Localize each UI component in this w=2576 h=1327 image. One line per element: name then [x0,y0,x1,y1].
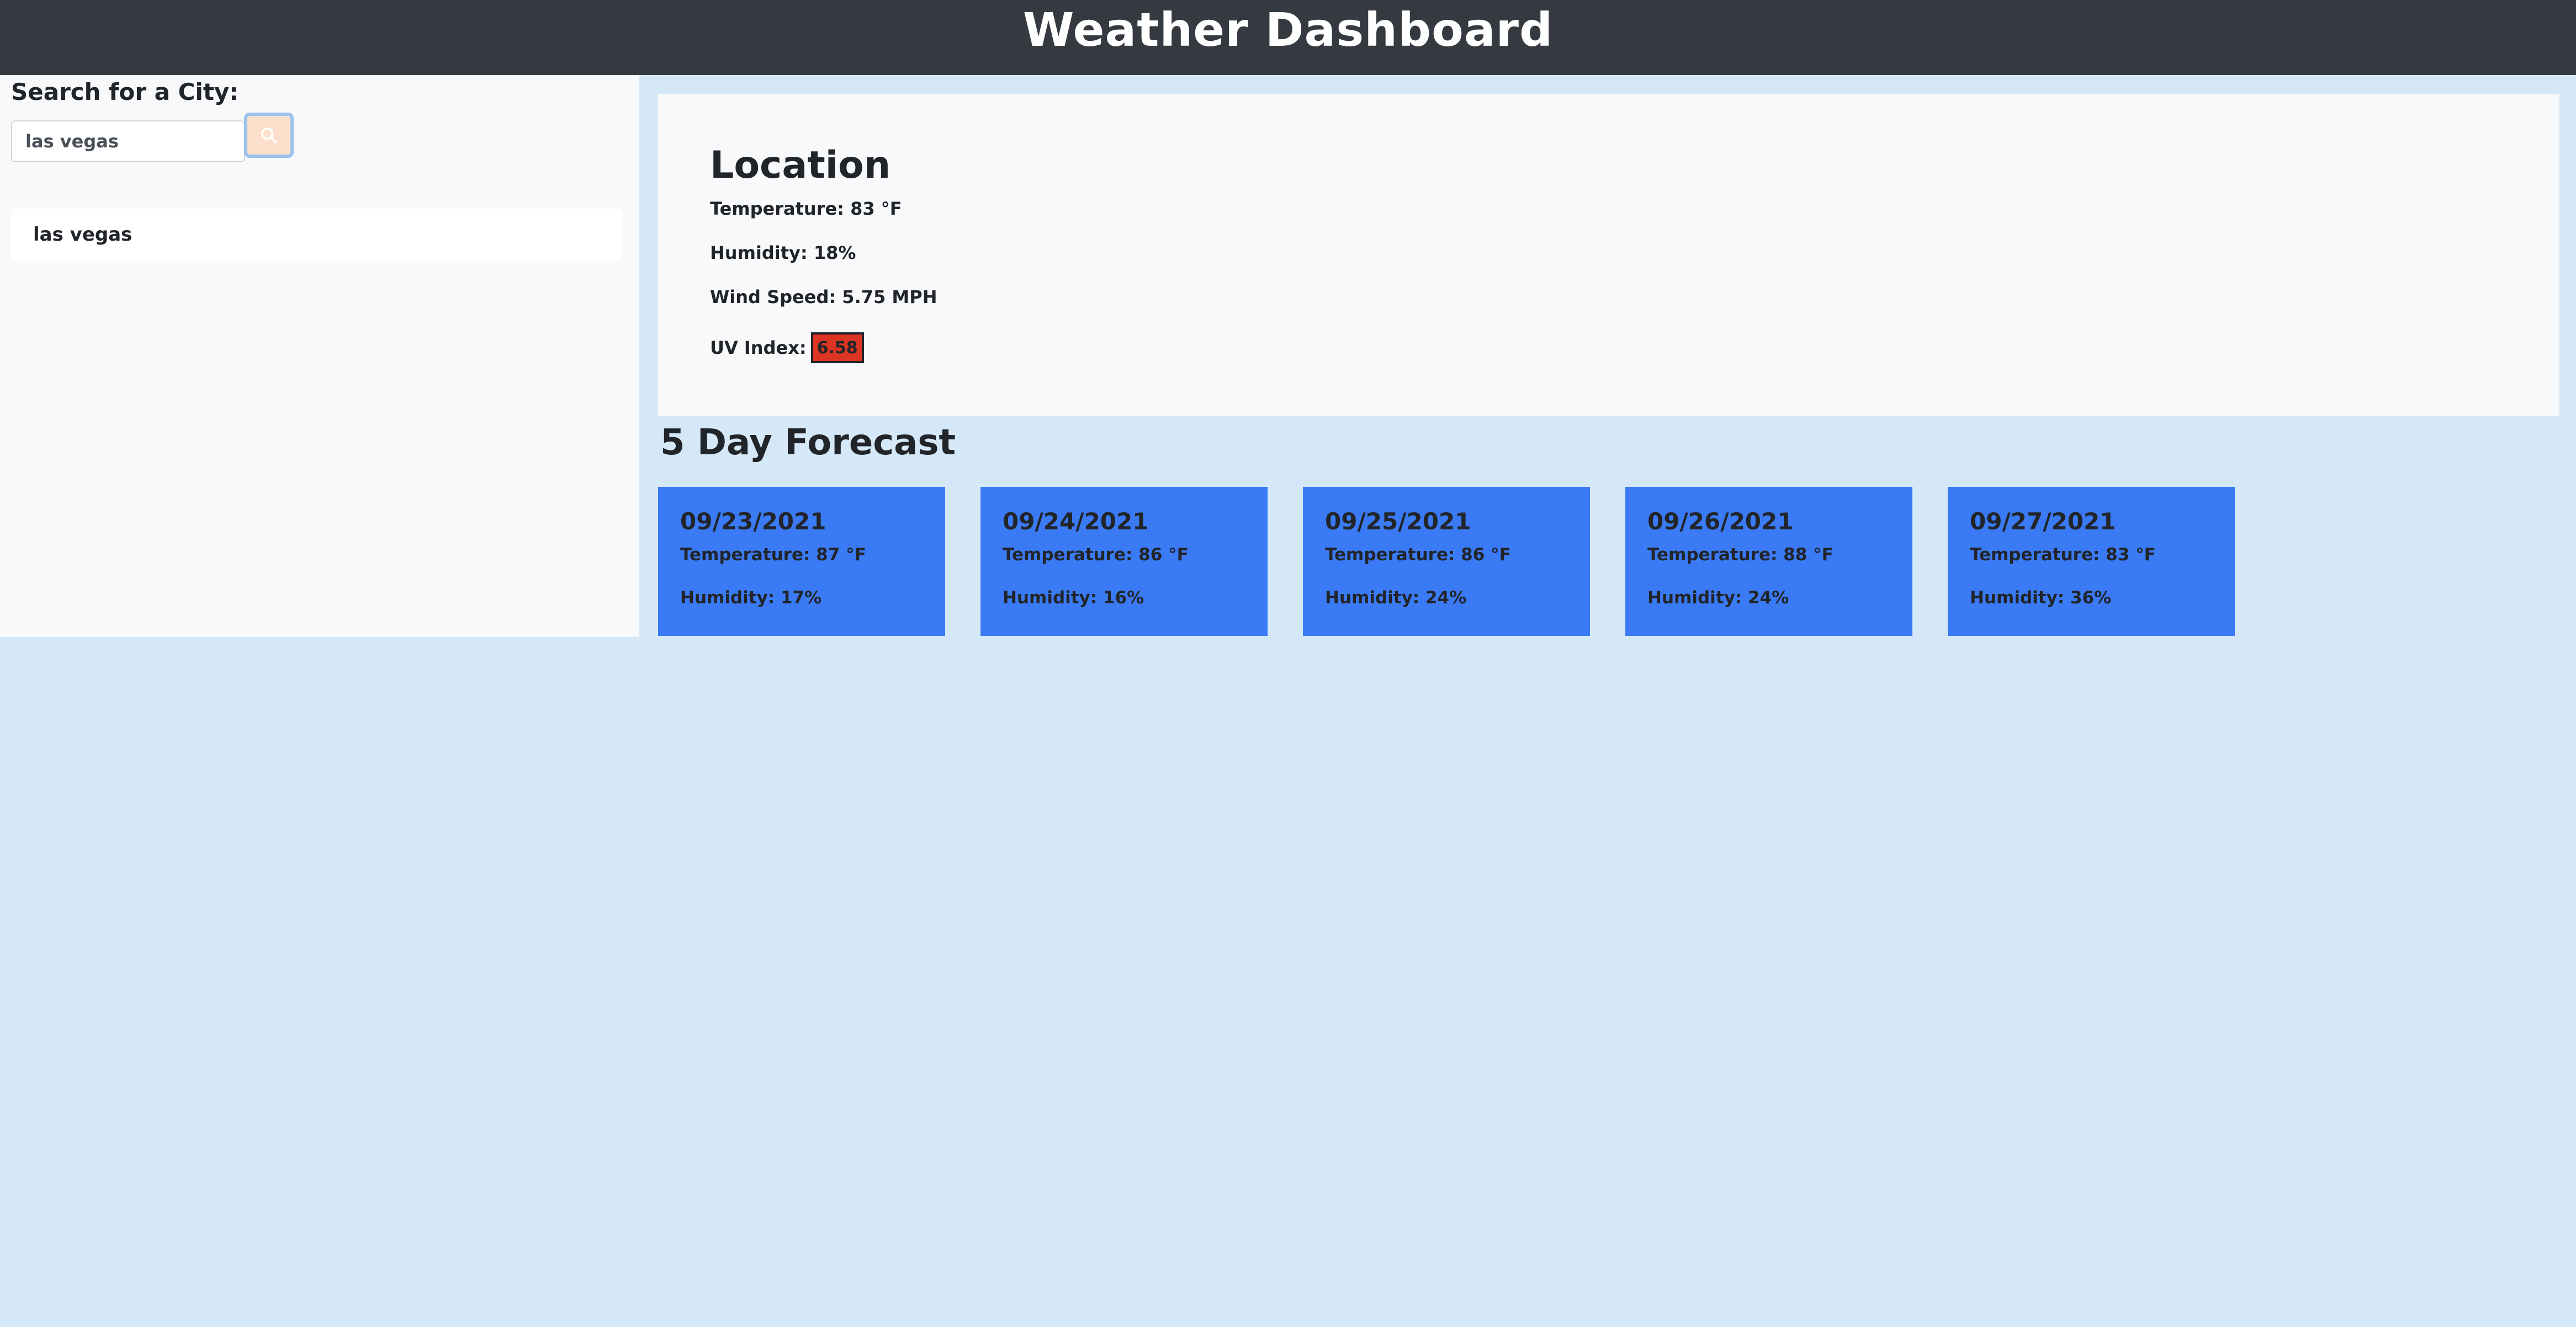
forecast-date: 09/27/2021 [1970,508,2116,535]
forecast-temperature: Temperature: 86 °F [1325,545,1511,565]
forecast-card: 09/26/2021 Temperature: 88 °F Humidity: … [1625,487,1912,636]
forecast-temperature: Temperature: 83 °F [1970,545,2156,565]
current-temperature: Temperature: 83 °F [710,198,902,219]
forecast-humidity: Humidity: 17% [680,588,822,608]
search-button[interactable] [244,113,294,158]
forecast-date: 09/24/2021 [1003,508,1149,535]
uv-index-label: UV Index: [710,337,807,358]
forecast-temperature: Temperature: 88 °F [1647,545,1833,565]
forecast-date: 09/26/2021 [1647,508,1794,535]
uv-index-badge: 6.58 [810,332,864,363]
current-wind-speed: Wind Speed: 5.75 MPH [710,286,937,307]
search-icon [261,128,277,144]
forecast-row: 09/23/2021 Temperature: 87 °F Humidity: … [658,487,2235,636]
current-humidity: Humidity: 18% [710,242,856,263]
current-weather-card: Location Temperature: 83 °F Humidity: 18… [658,94,2559,416]
forecast-temperature: Temperature: 86 °F [1003,545,1189,565]
forecast-date: 09/25/2021 [1325,508,1471,535]
app-title: Weather Dashboard [1022,3,1554,57]
app-header: Weather Dashboard [0,0,2576,75]
city-search-input[interactable] [11,120,245,162]
search-history-list: las vegas [11,209,622,261]
forecast-card: 09/25/2021 Temperature: 86 °F Humidity: … [1303,487,1590,636]
forecast-card: 09/27/2021 Temperature: 83 °F Humidity: … [1948,487,2235,636]
forecast-date: 09/23/2021 [680,508,826,535]
forecast-card: 09/24/2021 Temperature: 86 °F Humidity: … [980,487,1268,636]
uv-index-row: UV Index: 6.58 [710,332,2559,363]
forecast-humidity: Humidity: 36% [1970,588,2112,608]
location-title: Location [710,144,891,187]
history-item[interactable]: las vegas [11,209,622,261]
forecast-humidity: Humidity: 24% [1647,588,1789,608]
forecast-temperature: Temperature: 87 °F [680,545,866,565]
search-label: Search for a City: [11,78,239,105]
forecast-humidity: Humidity: 24% [1325,588,1467,608]
sidebar: Search for a City: las vegas [0,75,639,637]
forecast-humidity: Humidity: 16% [1003,588,1144,608]
forecast-heading: 5 Day Forecast [660,422,956,463]
forecast-card: 09/23/2021 Temperature: 87 °F Humidity: … [658,487,945,636]
